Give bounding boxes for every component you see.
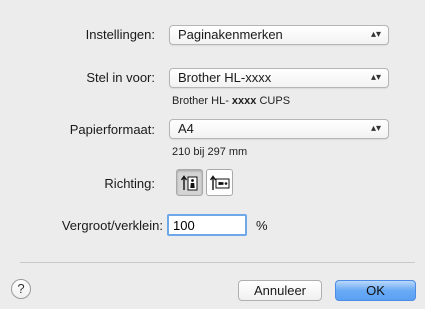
portrait-icon [180, 175, 198, 191]
paper-size-popup[interactable]: A4 ▴▾ [169, 119, 389, 139]
orientation-label: Richting: [104, 176, 155, 191]
printer-description-suffix: CUPS [259, 95, 291, 107]
scale-unit: % [256, 218, 268, 233]
scale-label: Vergroot/verklein: [61, 218, 163, 233]
popup-arrows-icon: ▴▾ [370, 29, 381, 40]
orientation-landscape-button[interactable] [206, 169, 233, 196]
divider [20, 262, 415, 263]
popup-arrows-icon: ▴▾ [370, 72, 381, 83]
help-button[interactable]: ? [11, 279, 31, 299]
paper-size-value: A4 [178, 121, 194, 136]
paper-size-label: Papierformaat: [69, 122, 155, 137]
orientation-portrait-button[interactable] [176, 169, 203, 196]
paper-dimensions: 210 bij 297 mm [172, 146, 248, 158]
printer-description-model: xxxx [231, 95, 257, 107]
format-for-value: Brother HL-xxxx [178, 70, 272, 85]
help-icon: ? [17, 281, 25, 296]
settings-popup[interactable]: Paginakenmerken ▴▾ [169, 25, 389, 45]
printer-description: Brother HL- xxxx CUPS [172, 95, 290, 107]
printer-description-prefix: Brother HL- [172, 95, 229, 107]
settings-value: Paginakenmerken [178, 27, 283, 42]
ok-button[interactable]: OK [335, 280, 416, 301]
popup-arrows-icon: ▴▾ [370, 123, 381, 134]
format-for-popup[interactable]: Brother HL-xxxx ▴▾ [169, 68, 389, 88]
scale-input[interactable] [167, 214, 247, 236]
settings-label: Instellingen: [85, 27, 155, 42]
cancel-button[interactable]: Annuleer [238, 280, 322, 301]
landscape-icon [209, 175, 230, 190]
format-for-label: Stel in voor: [86, 70, 155, 85]
